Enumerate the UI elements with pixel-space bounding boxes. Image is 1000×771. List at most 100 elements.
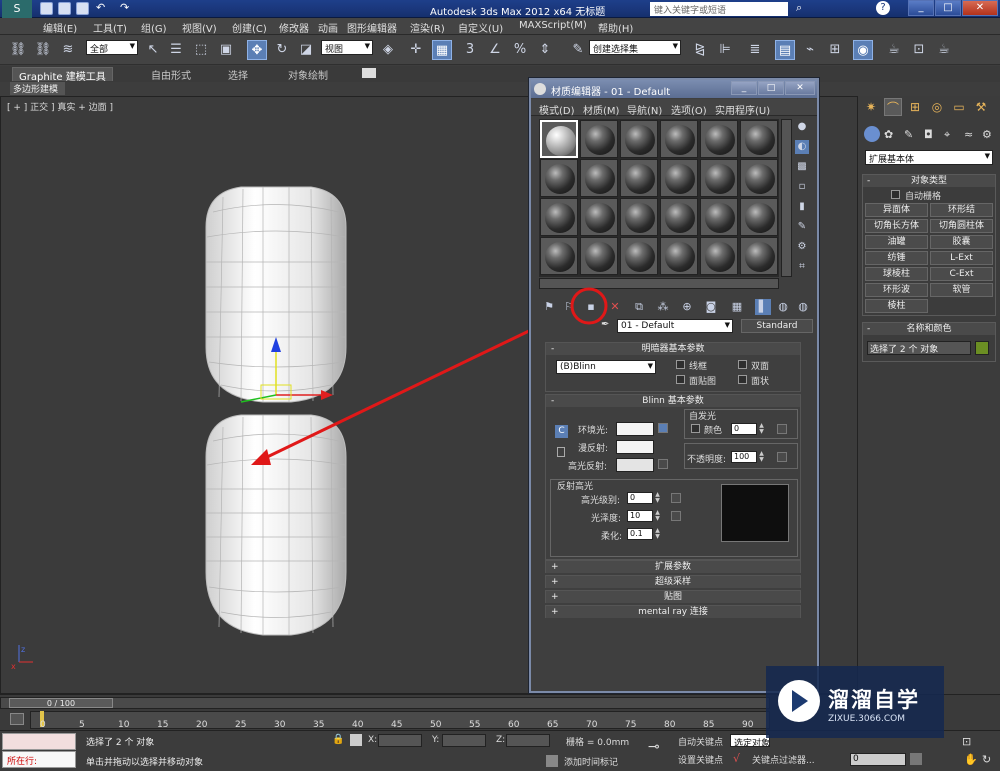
material-sample-slot[interactable]	[740, 198, 778, 236]
selection-filter-dropdown[interactable]: 全部 ▼	[86, 40, 138, 55]
tab-graphite[interactable]: Graphite 建模工具	[12, 67, 113, 83]
material-sample-slot[interactable]	[620, 159, 658, 197]
material-sample-slot[interactable]	[580, 198, 618, 236]
mat-close-button[interactable]: ✕	[785, 81, 815, 95]
name-color-header[interactable]: - 名称和颜色	[863, 323, 995, 335]
edit-named-selection-icon[interactable]: ✎	[568, 40, 588, 60]
menu-rendering[interactable]: 渲染(R)	[410, 20, 445, 35]
new-file-icon[interactable]	[40, 2, 53, 15]
material-sample-slot[interactable]	[660, 237, 698, 275]
lock-diffuse-specular-icon[interactable]	[557, 447, 565, 457]
mental-ray-rollout[interactable]: + mental ray 连接	[545, 605, 801, 618]
orbit-icon[interactable]: ↻	[982, 753, 991, 766]
material-editor-icon[interactable]: ◉	[853, 40, 873, 60]
material-sample-slot[interactable]	[540, 120, 578, 158]
soften-spinner[interactable]: 0.1	[627, 528, 653, 540]
object-name-field[interactable]: 选择了 2 个 对象	[867, 341, 971, 355]
chamfer-box-button[interactable]: 切角长方体	[865, 219, 928, 233]
specular-map-button[interactable]	[658, 459, 668, 469]
time-tag-icon[interactable]	[546, 755, 558, 767]
mat-menu-material[interactable]: 材质(M)	[583, 102, 619, 117]
put-to-library-icon[interactable]: ⊕	[679, 299, 695, 315]
select-manipulate-icon[interactable]: ✛	[406, 40, 426, 60]
select-by-name-icon[interactable]: ☰	[166, 40, 186, 60]
prism-button[interactable]: 棱柱	[865, 299, 928, 313]
blinn-params-header[interactable]: - Blinn 基本参数	[546, 395, 800, 407]
set-key-label[interactable]: 设置关键点	[678, 753, 723, 766]
slot-scrollbar-v[interactable]	[781, 119, 792, 277]
mat-menu-modes[interactable]: 模式(D)	[539, 102, 575, 117]
glossiness-spinner[interactable]: 10	[627, 510, 653, 522]
menu-group[interactable]: 组(G)	[141, 20, 167, 35]
reference-coord-dropdown[interactable]: 视图 ▼	[321, 40, 373, 55]
add-time-tag[interactable]: 添加时间标记	[564, 755, 618, 768]
go-to-parent-icon[interactable]: ◍	[775, 299, 791, 315]
geometry-icon[interactable]	[864, 126, 880, 142]
show-end-result-icon[interactable]: ▌	[755, 299, 771, 315]
time-config-icon[interactable]	[910, 753, 922, 765]
opacity-spinner[interactable]: 100	[731, 451, 757, 463]
zoom-extents-icon[interactable]: ⊡	[962, 735, 971, 748]
self-illum-spinner[interactable]: 0	[731, 423, 757, 435]
lock-ambient-diffuse-button[interactable]: C	[555, 425, 568, 438]
tab-selection[interactable]: 选择	[222, 67, 254, 82]
diffuse-swatch[interactable]	[616, 440, 654, 454]
frame-field[interactable]: 0	[850, 753, 906, 766]
shader-params-header[interactable]: - 明暗器基本参数	[546, 343, 800, 355]
wire-checkbox[interactable]	[676, 360, 685, 369]
material-sample-slot[interactable]	[580, 120, 618, 158]
autogrid-checkbox[interactable]	[891, 190, 900, 199]
torus-knot-button[interactable]: 环形结	[930, 203, 993, 217]
material-sample-slot[interactable]	[540, 237, 578, 275]
show-map-icon[interactable]: ▦	[729, 299, 745, 315]
curve-editor-icon[interactable]: ⌁	[800, 40, 820, 60]
ring-wave-button[interactable]: 环形波	[865, 283, 928, 297]
search-input[interactable]: 键入关键字或短语	[650, 2, 788, 16]
material-sample-slot[interactable]	[580, 237, 618, 275]
material-sample-slot[interactable]	[620, 237, 658, 275]
open-file-icon[interactable]	[58, 2, 71, 15]
ribbon-options-icon[interactable]	[362, 68, 376, 78]
material-id-icon[interactable]: ◙	[703, 299, 719, 315]
specular-swatch[interactable]	[616, 458, 654, 472]
get-material-icon[interactable]: ⚑	[541, 299, 557, 315]
material-sample-slot[interactable]	[700, 198, 738, 236]
go-forward-sibling-icon[interactable]: ◍	[795, 299, 811, 315]
search-icon[interactable]: ⌕	[796, 1, 802, 15]
cameras-icon[interactable]: ◘	[924, 128, 933, 141]
material-sample-slot[interactable]	[700, 237, 738, 275]
systems-icon[interactable]: ⚙	[982, 128, 992, 141]
make-unique-icon[interactable]: ⁂	[655, 299, 671, 315]
supersampling-header[interactable]: + 超级采样	[546, 576, 800, 588]
key-filters-button[interactable]: 关键点过滤器...	[752, 753, 815, 766]
shader-type-dropdown[interactable]: (B)Blinn ▼	[556, 360, 656, 374]
rendered-frame-icon[interactable]: ⊡	[909, 40, 929, 60]
create-tab-icon[interactable]: ✷	[862, 98, 880, 116]
unlink-icon[interactable]: ⛓	[33, 40, 53, 60]
utilities-tab-icon[interactable]: ⚒	[972, 98, 990, 116]
link-icon[interactable]: ⛓	[8, 40, 28, 60]
menu-edit[interactable]: 编辑(E)	[43, 20, 77, 35]
lights-icon[interactable]: ✎	[904, 128, 913, 141]
save-file-icon[interactable]	[76, 2, 89, 15]
material-editor-titlebar[interactable]: 材质编辑器 - 01 - Default _ □ ✕	[531, 80, 817, 98]
x-coord-field[interactable]	[378, 734, 422, 747]
key-icon[interactable]: ⊸	[648, 739, 660, 755]
material-sample-slot[interactable]	[700, 120, 738, 158]
mat-menu-navigation[interactable]: 导航(N)	[627, 102, 662, 117]
reset-map-icon[interactable]: ✕	[607, 299, 623, 315]
make-preview-icon[interactable]: ✎	[795, 220, 809, 234]
display-tab-icon[interactable]: ▭	[950, 98, 968, 116]
spinner-snap-icon[interactable]: ⇕	[535, 40, 555, 60]
rect-selection-icon[interactable]: ⬚	[191, 40, 211, 60]
helpers-icon[interactable]: ⌖	[944, 128, 950, 142]
maximize-button[interactable]: □	[935, 0, 961, 16]
sample-type-icon[interactable]: ●	[795, 120, 809, 134]
undo-icon[interactable]: ↶	[96, 1, 105, 14]
material-sample-slot[interactable]	[660, 198, 698, 236]
keyboard-shortcut-icon[interactable]: ▦	[432, 40, 452, 60]
motion-tab-icon[interactable]: ◎	[928, 98, 946, 116]
mat-menu-options[interactable]: 选项(O)	[671, 102, 707, 117]
help-icon[interactable]: ?	[876, 1, 890, 15]
mirror-icon[interactable]: ⧎	[690, 40, 710, 60]
